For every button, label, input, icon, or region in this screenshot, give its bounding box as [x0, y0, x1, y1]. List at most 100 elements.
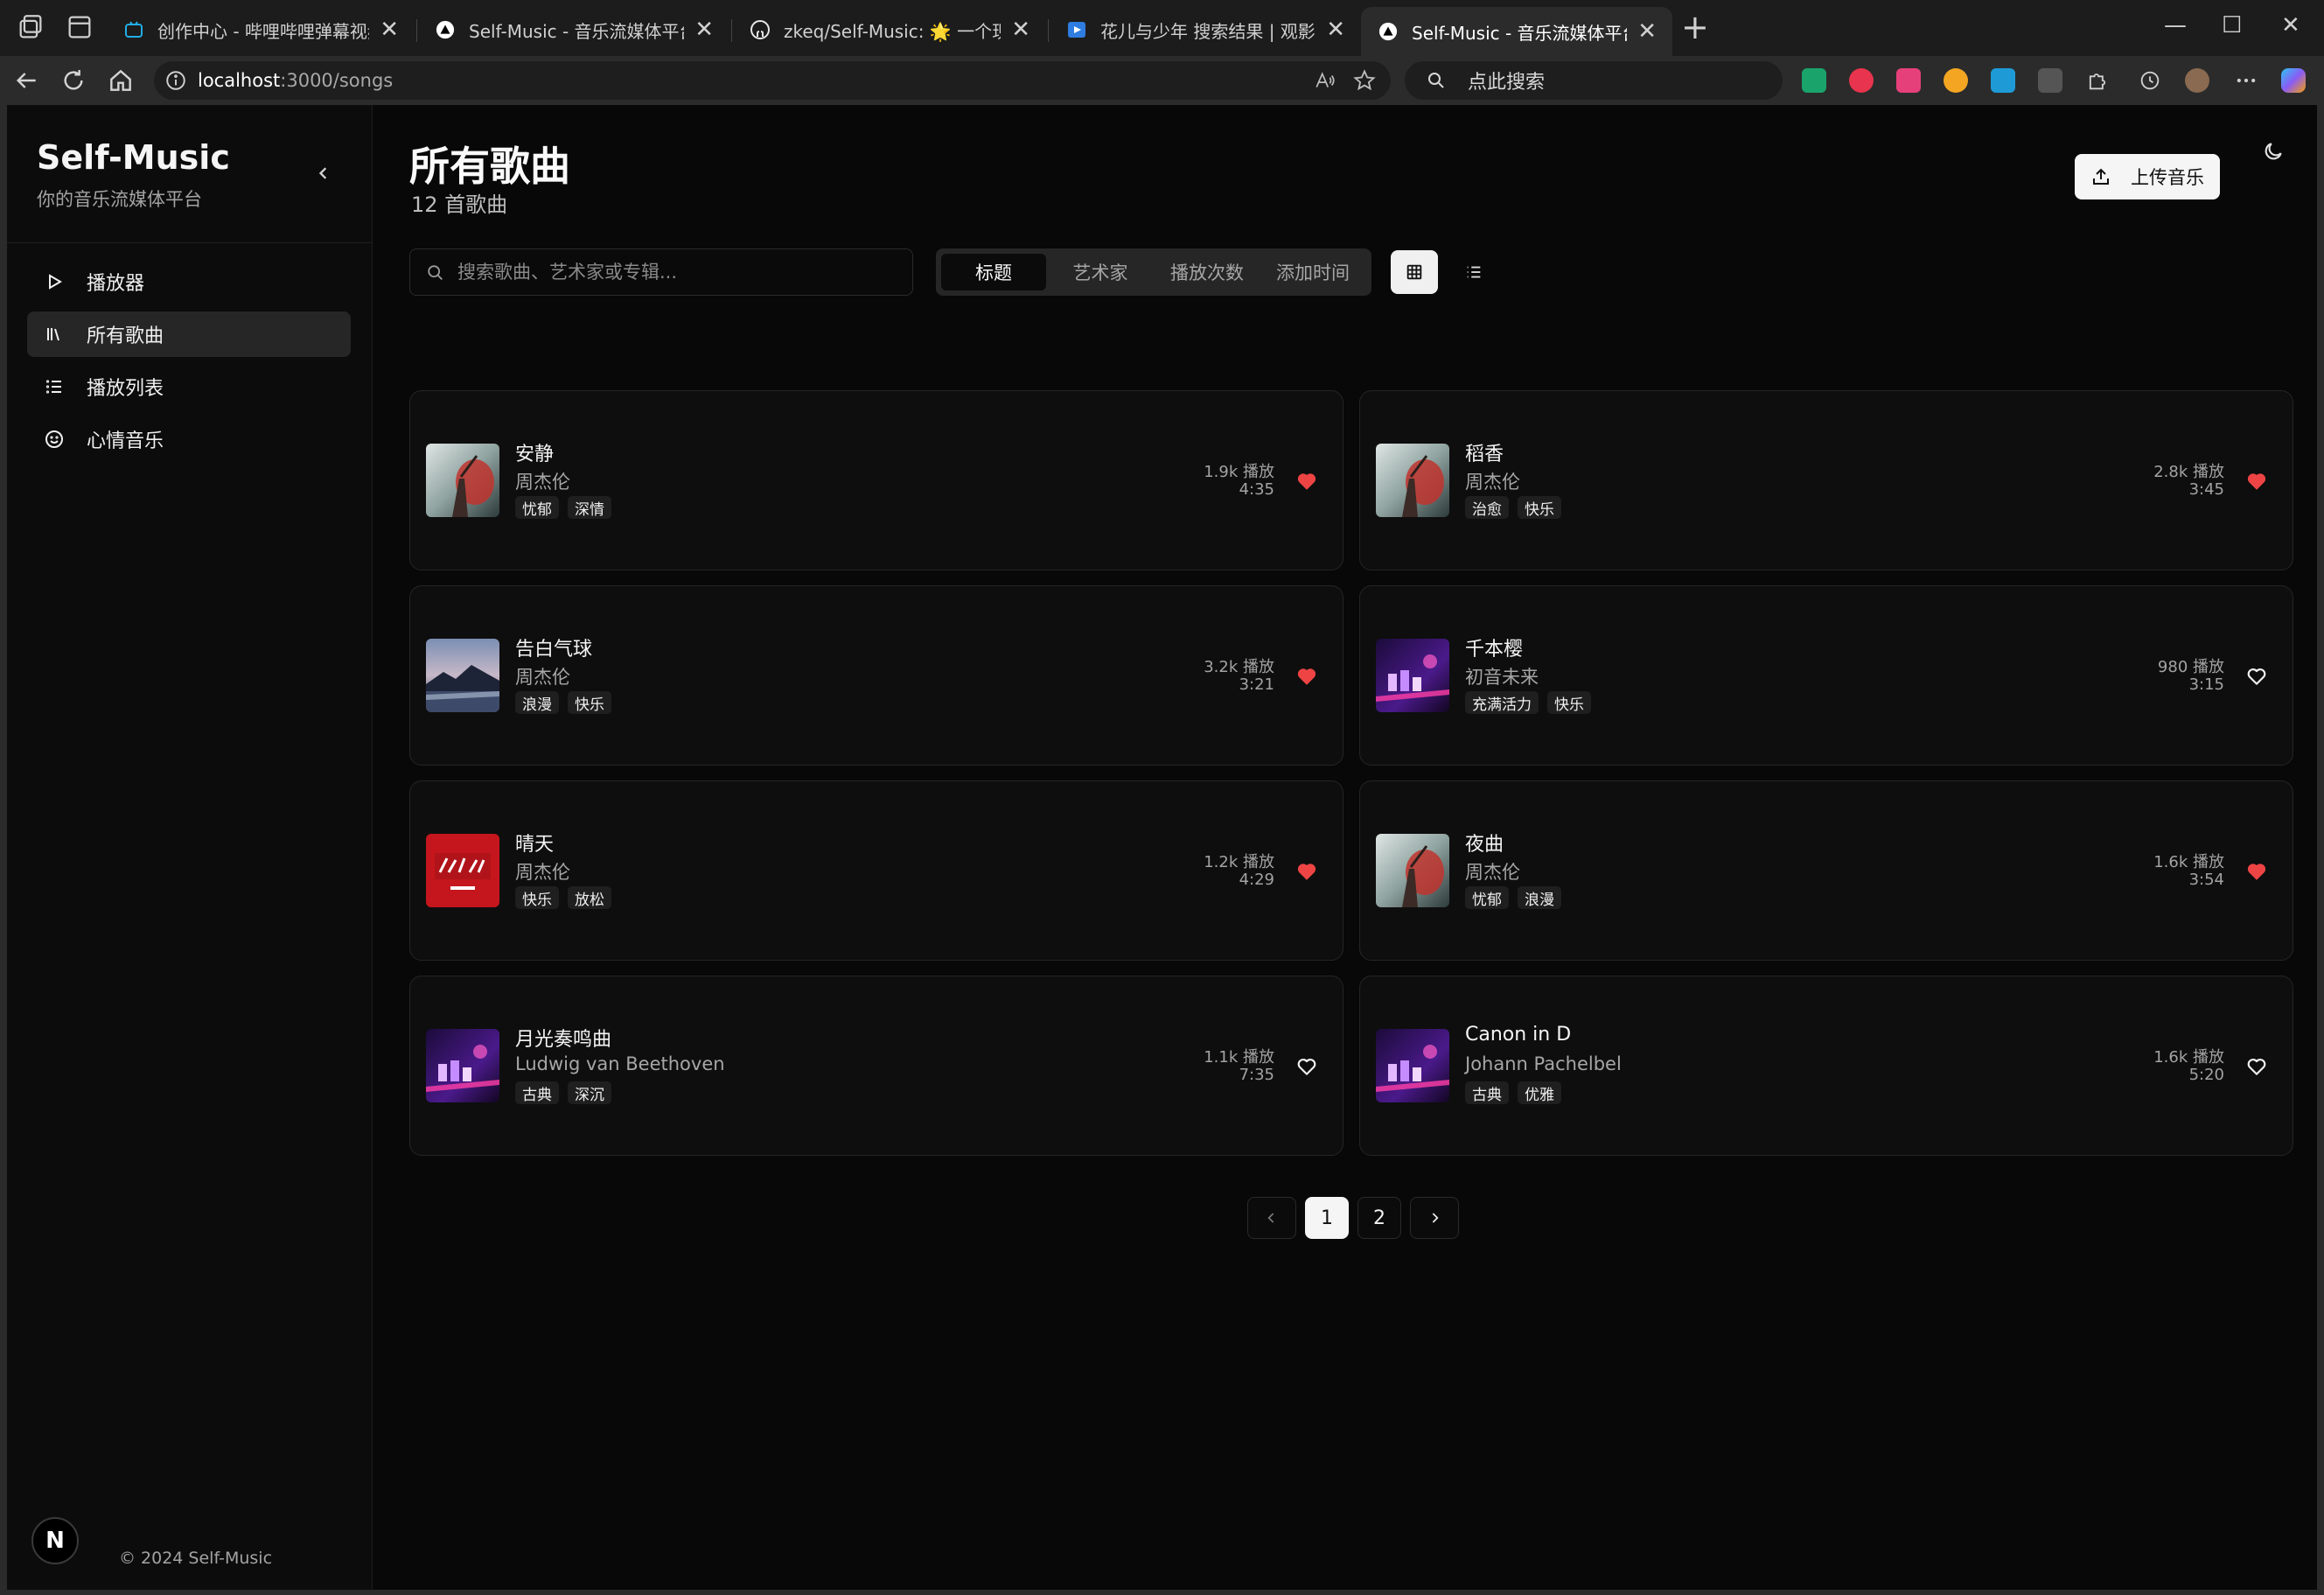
- sort-by-plays[interactable]: 播放次数: [1155, 254, 1260, 290]
- heart-outline-icon[interactable]: [1295, 1055, 1318, 1078]
- mood-tag: 古典: [1465, 1081, 1509, 1104]
- home-icon[interactable]: [107, 66, 135, 94]
- upload-music-button[interactable]: 上传音乐: [2075, 154, 2220, 199]
- prev-page-button[interactable]: [1247, 1197, 1296, 1239]
- profile-avatar[interactable]: [2185, 68, 2209, 93]
- tab-actions-icon[interactable]: [65, 12, 94, 42]
- sidebar-item-playlists[interactable]: 播放列表: [27, 364, 351, 409]
- extension-icon[interactable]: [1802, 68, 1826, 93]
- close-tab-icon[interactable]: ✕: [694, 18, 714, 41]
- list-icon: [1467, 266, 1481, 278]
- heart-filled-icon[interactable]: [1295, 665, 1318, 688]
- grid-view-button[interactable]: [1391, 250, 1438, 294]
- favorite-star-icon[interactable]: [1352, 68, 1377, 93]
- close-window-button[interactable]: ✕: [2281, 12, 2300, 38]
- play-count: 1.9k 播放: [1204, 463, 1274, 481]
- new-tab-button[interactable]: +: [1681, 10, 1709, 44]
- tab-title: 花儿与少年 搜索结果 | 观影 GYIN: [1100, 20, 1316, 42]
- page-1-button[interactable]: 1: [1305, 1197, 1349, 1239]
- close-tab-icon[interactable]: ✕: [380, 18, 399, 41]
- refresh-icon[interactable]: [59, 66, 87, 94]
- song-card[interactable]: 晴天 周杰伦 快乐 放松 1.2k 播放 4:29: [409, 780, 1343, 961]
- mood-tags: 古典 优雅: [1465, 1081, 1570, 1104]
- song-count: 12 首歌曲: [411, 192, 508, 217]
- sidebar-item-all-songs[interactable]: 所有歌曲: [27, 311, 351, 357]
- history-icon[interactable]: [2138, 68, 2162, 93]
- extension-icon[interactable]: [2038, 68, 2062, 93]
- song-card[interactable]: 稻香 周杰伦 治愈 快乐 2.8k 播放 3:45: [1359, 390, 2293, 570]
- song-title: 千本樱: [1465, 639, 1524, 661]
- triangle-logo-icon: [1377, 20, 1399, 43]
- list-view-button[interactable]: [1450, 250, 1497, 294]
- list-icon: [43, 375, 66, 398]
- browser-tab-self-music[interactable]: Self-Music - 音乐流媒体平台 ✕: [418, 7, 729, 52]
- close-tab-icon[interactable]: ✕: [1326, 18, 1345, 41]
- song-card[interactable]: 千本樱 初音未来 充满活力 快乐 980 播放 3:15: [1359, 585, 2293, 766]
- page-2-button[interactable]: 2: [1357, 1197, 1401, 1239]
- sort-toggle-group: 标题 艺术家 播放次数 添加时间: [936, 248, 1371, 296]
- heart-filled-icon[interactable]: [2245, 470, 2268, 493]
- browser-tab-bilibili[interactable]: 创作中心 - 哔哩哔哩弹幕视频网 - ✕: [107, 7, 415, 52]
- heart-filled-icon[interactable]: [1295, 470, 1318, 493]
- song-card[interactable]: 夜曲 周杰伦 忧郁 浪漫 1.6k 播放 3:54: [1359, 780, 2293, 961]
- back-icon[interactable]: [12, 66, 40, 94]
- sidebar-item-label: 播放列表: [87, 378, 164, 400]
- song-artist: Ludwig van Beethoven: [515, 1053, 725, 1074]
- read-aloud-icon[interactable]: [1314, 69, 1336, 92]
- upload-music-label: 上传音乐: [2131, 167, 2204, 188]
- extensions-puzzle-icon[interactable]: [2085, 68, 2110, 93]
- song-artist: 初音未来: [1465, 667, 1539, 688]
- heart-filled-icon[interactable]: [1295, 860, 1318, 883]
- song-card[interactable]: 告白气球 周杰伦 浪漫 快乐 3.2k 播放 3:21: [409, 585, 1343, 766]
- sidebar-item-label: 所有歌曲: [87, 325, 164, 347]
- song-search[interactable]: [409, 248, 913, 296]
- user-avatar[interactable]: N: [31, 1517, 79, 1564]
- song-card[interactable]: 安静 周杰伦 忧郁 深情 1.9k 播放 4:35: [409, 390, 1343, 570]
- play-count: 2.8k 播放: [2153, 463, 2224, 481]
- extension-icon[interactable]: [1896, 68, 1921, 93]
- minimize-button[interactable]: —: [2164, 12, 2187, 38]
- moon-icon[interactable]: [2262, 140, 2285, 163]
- site-info-icon[interactable]: [164, 69, 187, 92]
- browser-search-placeholder: 点此搜索: [1468, 72, 1546, 94]
- mood-tag: 浪漫: [1518, 886, 1561, 909]
- browser-tab-self-music-active[interactable]: Self-Music - 音乐流媒体平台 ✕: [1361, 7, 1672, 56]
- browser-tab-strip: 创作中心 - 哔哩哔哩弹幕视频网 - ✕ Self-Music - 音乐流媒体平…: [0, 0, 2324, 56]
- mood-tags: 充满活力 快乐: [1465, 691, 1600, 714]
- heart-outline-icon[interactable]: [2245, 665, 2268, 688]
- song-search-input[interactable]: [457, 249, 904, 295]
- sidebar-item-player[interactable]: 播放器: [27, 259, 351, 304]
- maximize-button[interactable]: ☐: [2222, 12, 2242, 38]
- song-title: 月光奏鸣曲: [515, 1029, 612, 1051]
- collapse-sidebar-icon[interactable]: [311, 161, 336, 185]
- next-page-button[interactable]: [1410, 1197, 1459, 1239]
- more-options-icon[interactable]: [2234, 68, 2258, 93]
- extension-icon[interactable]: [1944, 68, 1968, 93]
- browser-tab-gying[interactable]: 花儿与少年 搜索结果 | 观影 GYIN ✕: [1050, 7, 1361, 52]
- browser-tab-github[interactable]: zkeq/Self-Music: 🌟 一个现代化的 ✕: [733, 7, 1046, 52]
- song-artist: 周杰伦: [515, 862, 570, 883]
- song-duration: 5:20: [2188, 1066, 2224, 1084]
- copilot-icon[interactable]: [2281, 68, 2306, 93]
- close-tab-icon[interactable]: ✕: [1637, 20, 1657, 43]
- sidebar-item-label: 心情音乐: [87, 430, 164, 452]
- workspaces-icon[interactable]: [16, 12, 45, 42]
- tab-title: zkeq/Self-Music: 🌟 一个现代化的: [784, 20, 1001, 42]
- sort-by-artist[interactable]: 艺术家: [1046, 254, 1155, 290]
- address-bar[interactable]: localhost:3000/songs: [154, 61, 1391, 100]
- mood-tags: 浪漫 快乐: [515, 691, 620, 714]
- extension-icon[interactable]: [1849, 68, 1874, 93]
- heart-outline-icon[interactable]: [2245, 1055, 2268, 1078]
- heart-filled-icon[interactable]: [2245, 860, 2268, 883]
- sort-by-added[interactable]: 添加时间: [1260, 254, 1366, 290]
- song-card[interactable]: 月光奏鸣曲 Ludwig van Beethoven 古典 深沉 1.1k 播放 …: [409, 976, 1343, 1156]
- sidebar-item-mood-music[interactable]: 心情音乐: [27, 416, 351, 462]
- mood-tag: 忧郁: [515, 496, 559, 519]
- browser-search-box[interactable]: 点此搜索: [1405, 61, 1783, 100]
- sort-by-title[interactable]: 标题: [941, 254, 1046, 290]
- song-card[interactable]: Canon in D Johann Pachelbel 古典 优雅 1.6k 播放…: [1359, 976, 2293, 1156]
- close-tab-icon[interactable]: ✕: [1011, 18, 1030, 41]
- extension-icon[interactable]: [1991, 68, 2015, 93]
- song-title: 夜曲: [1465, 834, 1504, 856]
- video-play-icon: [1065, 18, 1088, 41]
